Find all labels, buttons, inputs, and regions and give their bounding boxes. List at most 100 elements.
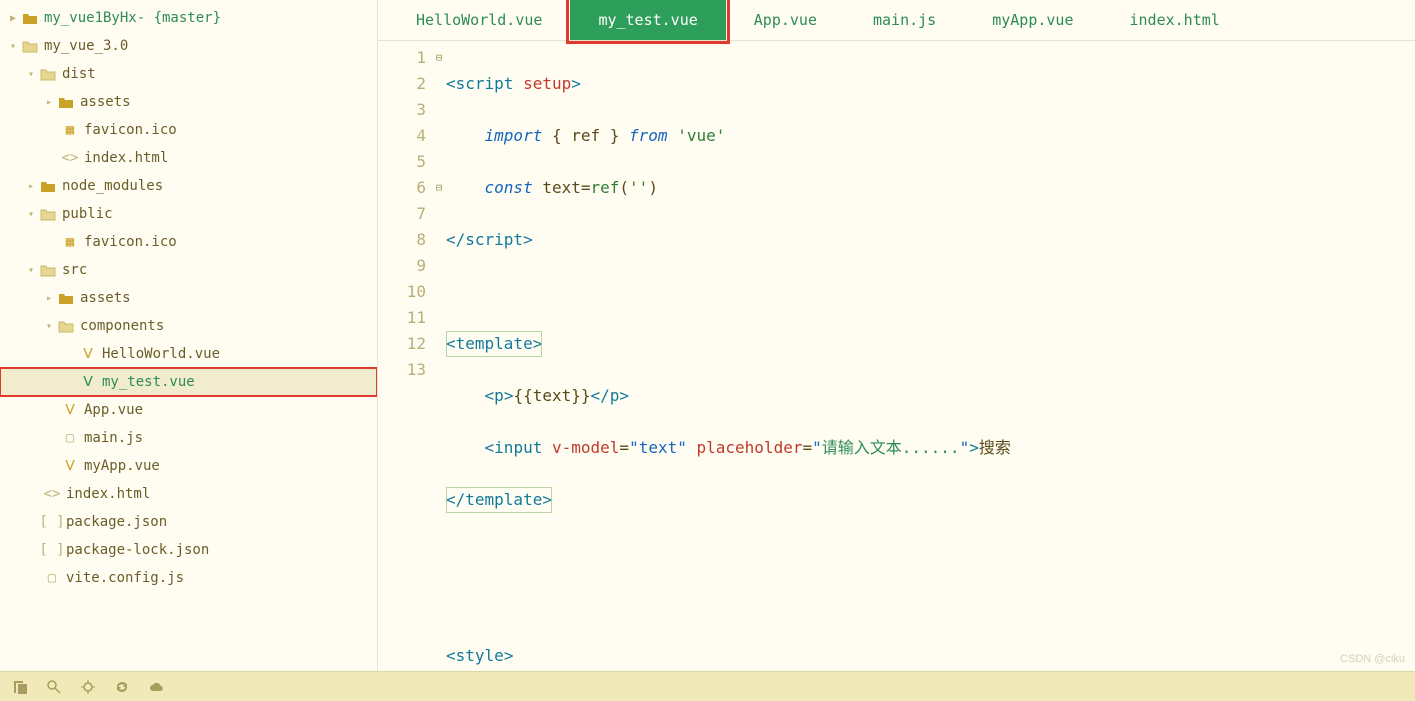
tree-item-label: dist — [62, 66, 96, 82]
tree-folder-dist[interactable]: ▾ dist — [0, 60, 377, 88]
chevron-right-icon: ▸ — [42, 97, 56, 108]
folder-icon — [56, 95, 76, 109]
tree-folder-public[interactable]: ▾ public — [0, 200, 377, 228]
chevron-down-icon: ▾ — [24, 209, 38, 220]
bottom-toolbar — [0, 671, 1415, 701]
tree-file-favicon-public[interactable]: ▦ favicon.ico — [0, 228, 377, 256]
line-number-gutter: 1 2 3 4 5 6 7 8 9 10 11 12 13 — [378, 45, 432, 671]
tab-helloworld[interactable]: HelloWorld.vue — [388, 0, 570, 40]
tree-file-packagejson[interactable]: [ ] package.json — [0, 508, 377, 536]
editor-pane: HelloWorld.vue my_test.vue App.vue main.… — [378, 0, 1415, 671]
image-file-icon: ▦ — [60, 234, 80, 250]
vue-file-icon: Ⅴ — [60, 458, 80, 474]
tree-folder-dist-assets[interactable]: ▸ assets — [0, 88, 377, 116]
tree-file-viteconfig[interactable]: ▢ vite.config.js — [0, 564, 377, 592]
tree-folder-node-modules[interactable]: ▸ node_modules — [0, 172, 377, 200]
tab-label: App.vue — [754, 11, 817, 29]
tree-folder-src-assets[interactable]: ▸ assets — [0, 284, 377, 312]
cloud-icon[interactable] — [148, 679, 164, 695]
search-bug-icon[interactable] — [46, 679, 62, 695]
file-tree: ▶ my_vue1ByHx - {master} ▾ my_vue_3.0 ▾ … — [0, 0, 377, 671]
tree-item-label: my_vue1ByHx — [44, 10, 137, 26]
folder-open-icon — [20, 39, 40, 53]
tree-file-helloworld[interactable]: Ⅴ HelloWorld.vue — [0, 340, 377, 368]
html-file-icon: <> — [42, 486, 62, 502]
code-editor[interactable]: 1 2 3 4 5 6 7 8 9 10 11 12 13 ⊟ ⊟ <scrip… — [378, 41, 1415, 671]
tree-item-label: package-lock.json — [66, 542, 209, 558]
folder-open-icon — [38, 207, 58, 221]
tree-item-label: favicon.ico — [84, 234, 177, 250]
vue-file-icon: Ⅴ — [78, 346, 98, 362]
tree-item-label: my_test.vue — [102, 374, 195, 390]
tree-item-suffix: - {master} — [137, 10, 221, 26]
chevron-down-icon: ▾ — [24, 265, 38, 276]
sync-icon[interactable] — [114, 679, 130, 695]
tree-item-label: assets — [80, 94, 131, 110]
tree-item-label: assets — [80, 290, 131, 306]
tree-item-label: my_vue_3.0 — [44, 38, 128, 54]
tree-item-label: components — [80, 318, 164, 334]
chevron-right-icon: ▸ — [24, 181, 38, 192]
tree-item-label: App.vue — [84, 402, 143, 418]
tree-file-appvue[interactable]: Ⅴ App.vue — [0, 396, 377, 424]
tree-folder-components[interactable]: ▾ components — [0, 312, 377, 340]
files-icon[interactable] — [12, 679, 28, 695]
js-file-icon: ▢ — [60, 430, 80, 446]
tree-item-label: node_modules — [62, 178, 163, 194]
chevron-right-icon: ▶ — [6, 13, 20, 24]
tab-myappvue[interactable]: myApp.vue — [964, 0, 1101, 40]
tree-item-label: main.js — [84, 430, 143, 446]
image-file-icon: ▦ — [60, 122, 80, 138]
json-file-icon: [ ] — [42, 542, 62, 558]
tab-mainjs[interactable]: main.js — [845, 0, 964, 40]
tab-label: HelloWorld.vue — [416, 11, 542, 29]
tree-file-myappvue[interactable]: Ⅴ myApp.vue — [0, 452, 377, 480]
folder-icon — [20, 11, 40, 25]
folder-icon — [56, 291, 76, 305]
tab-indexhtml[interactable]: index.html — [1102, 0, 1248, 40]
chevron-down-icon: ▾ — [6, 41, 20, 52]
tree-file-indexhtml[interactable]: <> index.html — [0, 480, 377, 508]
tree-item-label: public — [62, 206, 113, 222]
fold-gutter: ⊟ ⊟ — [432, 45, 446, 671]
tab-label: main.js — [873, 11, 936, 29]
tree-file-favicon-dist[interactable]: ▦ favicon.ico — [0, 116, 377, 144]
tree-project-root-2[interactable]: ▾ my_vue_3.0 — [0, 32, 377, 60]
tree-file-packagelock[interactable]: [ ] package-lock.json — [0, 536, 377, 564]
vue-file-icon: Ⅴ — [78, 374, 98, 390]
code-content[interactable]: <script setup> import { ref } from 'vue'… — [446, 45, 1415, 671]
watermark-text: CSDN @ciku — [1340, 653, 1405, 665]
tree-item-label: myApp.vue — [84, 458, 160, 474]
file-explorer-sidebar: ▶ my_vue1ByHx - {master} ▾ my_vue_3.0 ▾ … — [0, 0, 378, 671]
editor-tab-bar: HelloWorld.vue my_test.vue App.vue main.… — [378, 0, 1415, 41]
folder-open-icon — [38, 67, 58, 81]
fold-toggle-icon[interactable]: ⊟ — [432, 175, 446, 201]
chevron-right-icon: ▸ — [42, 293, 56, 304]
json-file-icon: [ ] — [42, 514, 62, 530]
tree-item-label: package.json — [66, 514, 167, 530]
tree-file-mytest[interactable]: Ⅴ my_test.vue — [0, 368, 377, 396]
debug-icon[interactable] — [80, 679, 96, 695]
tree-item-label: vite.config.js — [66, 570, 184, 586]
chevron-down-icon: ▾ — [42, 321, 56, 332]
html-file-icon: <> — [60, 150, 80, 166]
folder-open-icon — [38, 263, 58, 277]
js-file-icon: ▢ — [42, 570, 62, 586]
tab-label: index.html — [1130, 11, 1220, 29]
tree-item-label: index.html — [66, 486, 150, 502]
tree-item-label: HelloWorld.vue — [102, 346, 220, 362]
vue-file-icon: Ⅴ — [60, 402, 80, 418]
tree-file-index-dist[interactable]: <> index.html — [0, 144, 377, 172]
tab-mytest[interactable]: my_test.vue — [570, 0, 725, 40]
folder-open-icon — [56, 319, 76, 333]
folder-icon — [38, 179, 58, 193]
tree-project-root-1[interactable]: ▶ my_vue1ByHx - {master} — [0, 4, 377, 32]
chevron-down-icon: ▾ — [24, 69, 38, 80]
tree-item-label: index.html — [84, 150, 168, 166]
tab-appvue[interactable]: App.vue — [726, 0, 845, 40]
fold-toggle-icon[interactable]: ⊟ — [432, 45, 446, 71]
tree-folder-src[interactable]: ▾ src — [0, 256, 377, 284]
tab-label: myApp.vue — [992, 11, 1073, 29]
tree-file-mainjs[interactable]: ▢ main.js — [0, 424, 377, 452]
tab-label: my_test.vue — [598, 11, 697, 29]
